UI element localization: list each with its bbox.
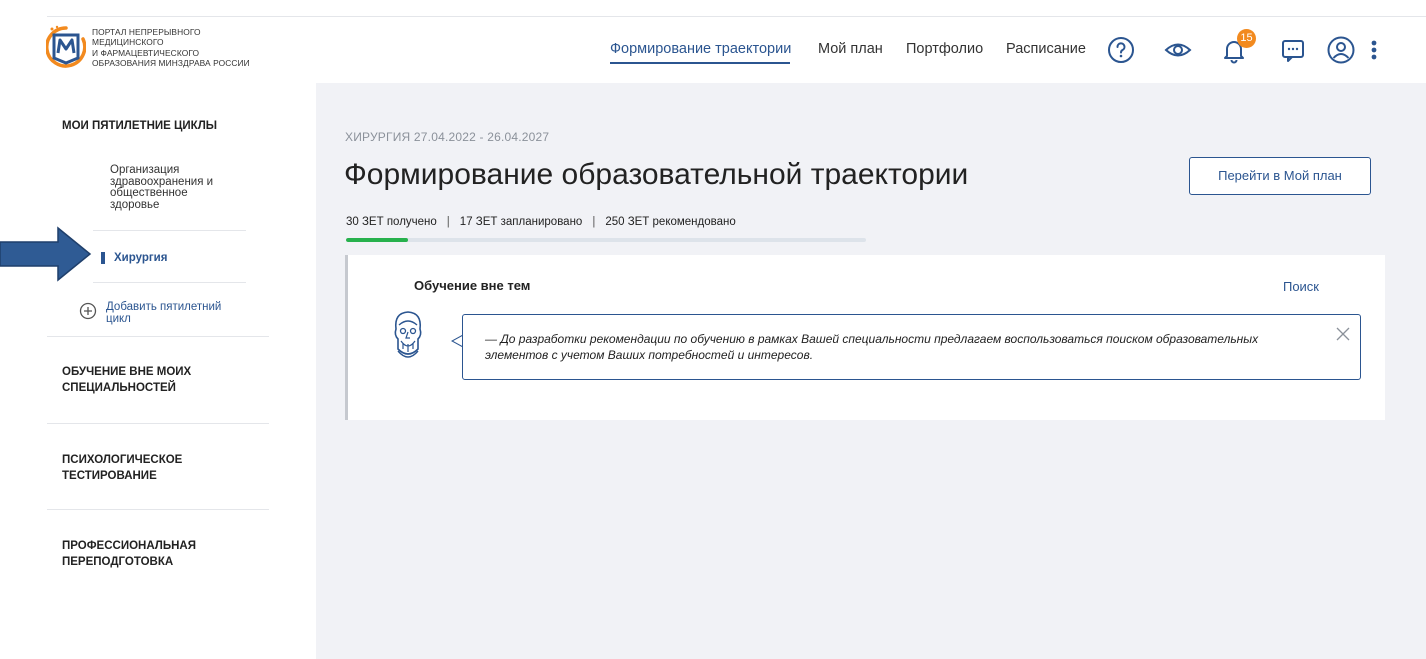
add-circle-icon[interactable]	[79, 302, 97, 320]
add-cycle-label: Добавить пятилетний	[106, 301, 222, 313]
portal-name: ПОРТАЛ НЕПРЕРЫВНОГО МЕДИЦИНСКОГО И ФАРМА…	[92, 27, 250, 69]
sidebar-section-label: ПСИХОЛОГИЧЕСКОЕ	[62, 454, 183, 466]
stats-separator: |	[446, 216, 450, 228]
recommendation-text: — До разработки рекомендации по обучению…	[485, 332, 1259, 362]
nav-portfolio[interactable]: Портфолио	[906, 41, 983, 57]
portal-name-line: ПОРТАЛ НЕПРЕРЫВНОГО	[92, 27, 201, 37]
sidebar-section-psych-testing[interactable]: ПСИХОЛОГИЧЕСКОЕ ТЕСТИРОВАНИЕ	[62, 452, 182, 484]
credits-summary: 30 ЗЕТ получено | 17 ЗЕТ запланировано | 250…	[346, 216, 736, 228]
sidebar-section-other-specialties[interactable]: ОБУЧЕНИЕ ВНЕ МОИХ СПЕЦИАЛЬНОСТЕЙ	[62, 364, 191, 396]
recommendation-message: — До разработки рекомендации по обучению…	[462, 314, 1361, 380]
sidebar-cycles-heading: МОИ ПЯТИЛЕТНИЕ ЦИКЛЫ	[62, 120, 218, 132]
portal-logo-icon[interactable]	[46, 25, 86, 69]
outside-topics-card: Обучение вне тем Поиск — До разработки р…	[345, 255, 1385, 420]
close-icon[interactable]	[1336, 327, 1350, 341]
search-link[interactable]: Поиск	[1283, 279, 1319, 294]
sidebar-section-label: ТЕСТИРОВАНИЕ	[62, 470, 157, 482]
nav-trajectory[interactable]: Формирование траектории	[610, 41, 791, 57]
credits-received: 30 ЗЕТ получено	[346, 216, 437, 228]
sidebar-section-label: СПЕЦИАЛЬНОСТЕЙ	[62, 382, 176, 394]
breadcrumb: ХИРУРГИЯ 27.04.2022 - 26.04.2027	[345, 130, 550, 144]
eye-icon[interactable]	[1163, 35, 1193, 65]
sidebar-cycle-surgery[interactable]: Хирургия	[114, 252, 167, 264]
credits-progress-fill	[346, 238, 409, 242]
hippocrates-avatar-icon	[394, 311, 422, 358]
sidebar-section-label: ПЕРЕПОДГОТОВКА	[62, 556, 174, 568]
nav-active-underline	[610, 62, 790, 64]
sidebar-divider	[47, 423, 269, 424]
header: ПОРТАЛ НЕПРЕРЫВНОГО МЕДИЦИНСКОГО И ФАРМА…	[0, 17, 1426, 83]
add-cycle-link[interactable]: Добавить пятилетний цикл	[106, 301, 222, 325]
portal-name-line: ОБРАЗОВАНИЯ МИНЗДРАВА РОССИИ	[92, 58, 250, 69]
nav-my-plan[interactable]: Мой план	[818, 41, 883, 57]
help-icon[interactable]	[1106, 35, 1136, 65]
user-profile-icon[interactable]	[1326, 35, 1356, 65]
sidebar-cycle-label: общественное	[110, 187, 188, 199]
sidebar-cycle-label: Организация	[110, 164, 180, 176]
credits-recommended: 250 ЗЕТ рекомендовано	[605, 216, 736, 228]
more-menu-icon[interactable]	[1368, 35, 1380, 65]
page: ПОРТАЛ НЕПРЕРЫВНОГО МЕДИЦИНСКОГО И ФАРМА…	[0, 0, 1426, 659]
notifications-badge: 15	[1237, 29, 1256, 48]
sidebar-divider	[47, 336, 269, 337]
credits-planned: 17 ЗЕТ запланировано	[459, 216, 583, 228]
sidebar-section-label: ПРОФЕССИОНАЛЬНАЯ	[62, 540, 196, 552]
sidebar-cycle-organization[interactable]: Организация здравоохранения и общественн…	[110, 164, 213, 211]
page-title: Формирование образовательной траектории	[344, 158, 969, 191]
sidebar-active-marker	[101, 252, 105, 264]
sidebar-divider	[93, 282, 246, 283]
sidebar-divider	[93, 230, 246, 231]
sidebar-section-retraining[interactable]: ПРОФЕССИОНАЛЬНАЯ ПЕРЕПОДГОТОВКА	[62, 538, 196, 570]
arrow-pointer-icon	[0, 226, 92, 282]
goto-my-plan-button[interactable]: Перейти в Мой план	[1189, 157, 1371, 195]
nav-schedule[interactable]: Расписание	[1006, 41, 1086, 57]
credits-progress-bar	[346, 238, 866, 242]
portal-name-line: И ФАРМАЦЕВТИЧЕСКОГО	[92, 47, 200, 58]
sidebar-cycle-label: здоровье	[110, 198, 160, 211]
stats-separator: |	[592, 216, 596, 228]
sidebar-section-label: ОБУЧЕНИЕ ВНЕ МОИХ	[62, 366, 192, 378]
sidebar-divider	[47, 509, 269, 510]
chat-icon[interactable]	[1278, 35, 1308, 65]
portal-name-line: МЕДИЦИНСКОГО	[92, 37, 164, 48]
card-title: Обучение вне тем	[414, 278, 531, 293]
add-cycle-label: цикл	[106, 312, 131, 325]
